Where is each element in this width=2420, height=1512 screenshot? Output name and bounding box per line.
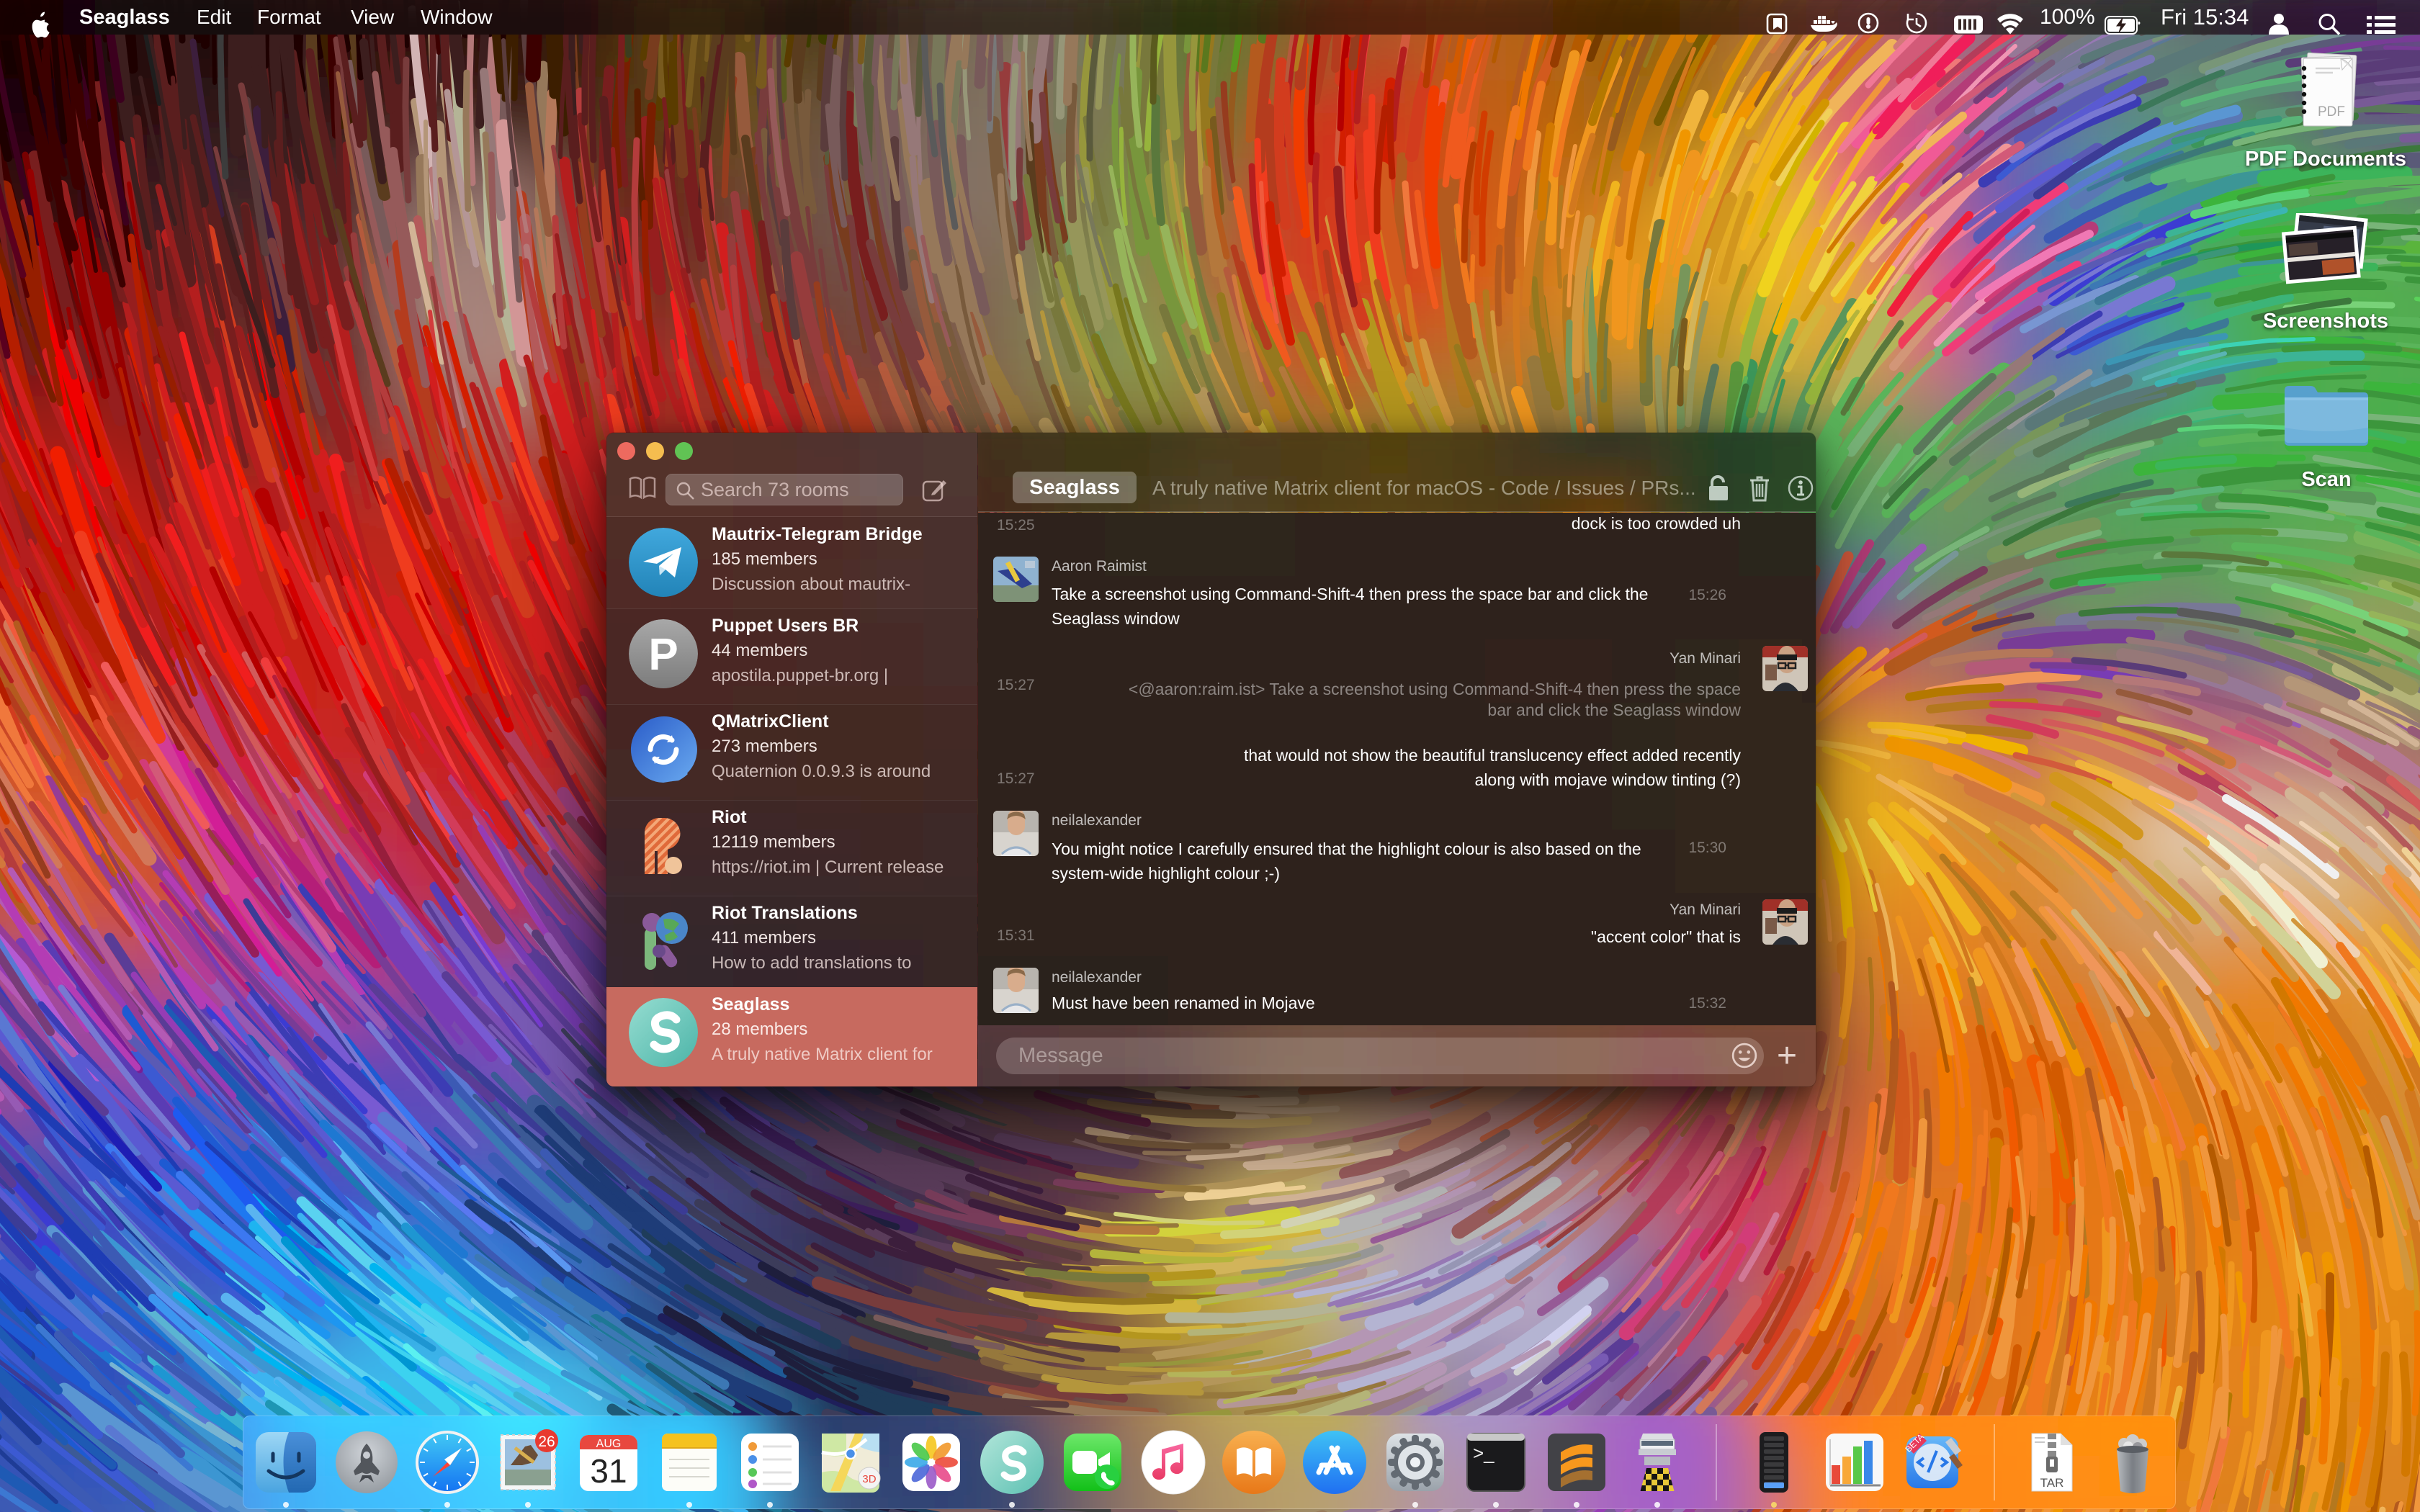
svg-text:AUG: AUG: [596, 1438, 622, 1450]
svg-text:PDF: PDF: [2318, 104, 2345, 120]
svg-text:TAR: TAR: [2040, 1476, 2064, 1490]
svg-text:>_: >_: [1473, 1442, 1494, 1464]
svg-text:31: 31: [590, 1452, 627, 1490]
svg-text:3D: 3D: [862, 1473, 876, 1485]
svg-text:P: P: [648, 630, 678, 680]
svg-text:26: 26: [538, 1434, 555, 1450]
